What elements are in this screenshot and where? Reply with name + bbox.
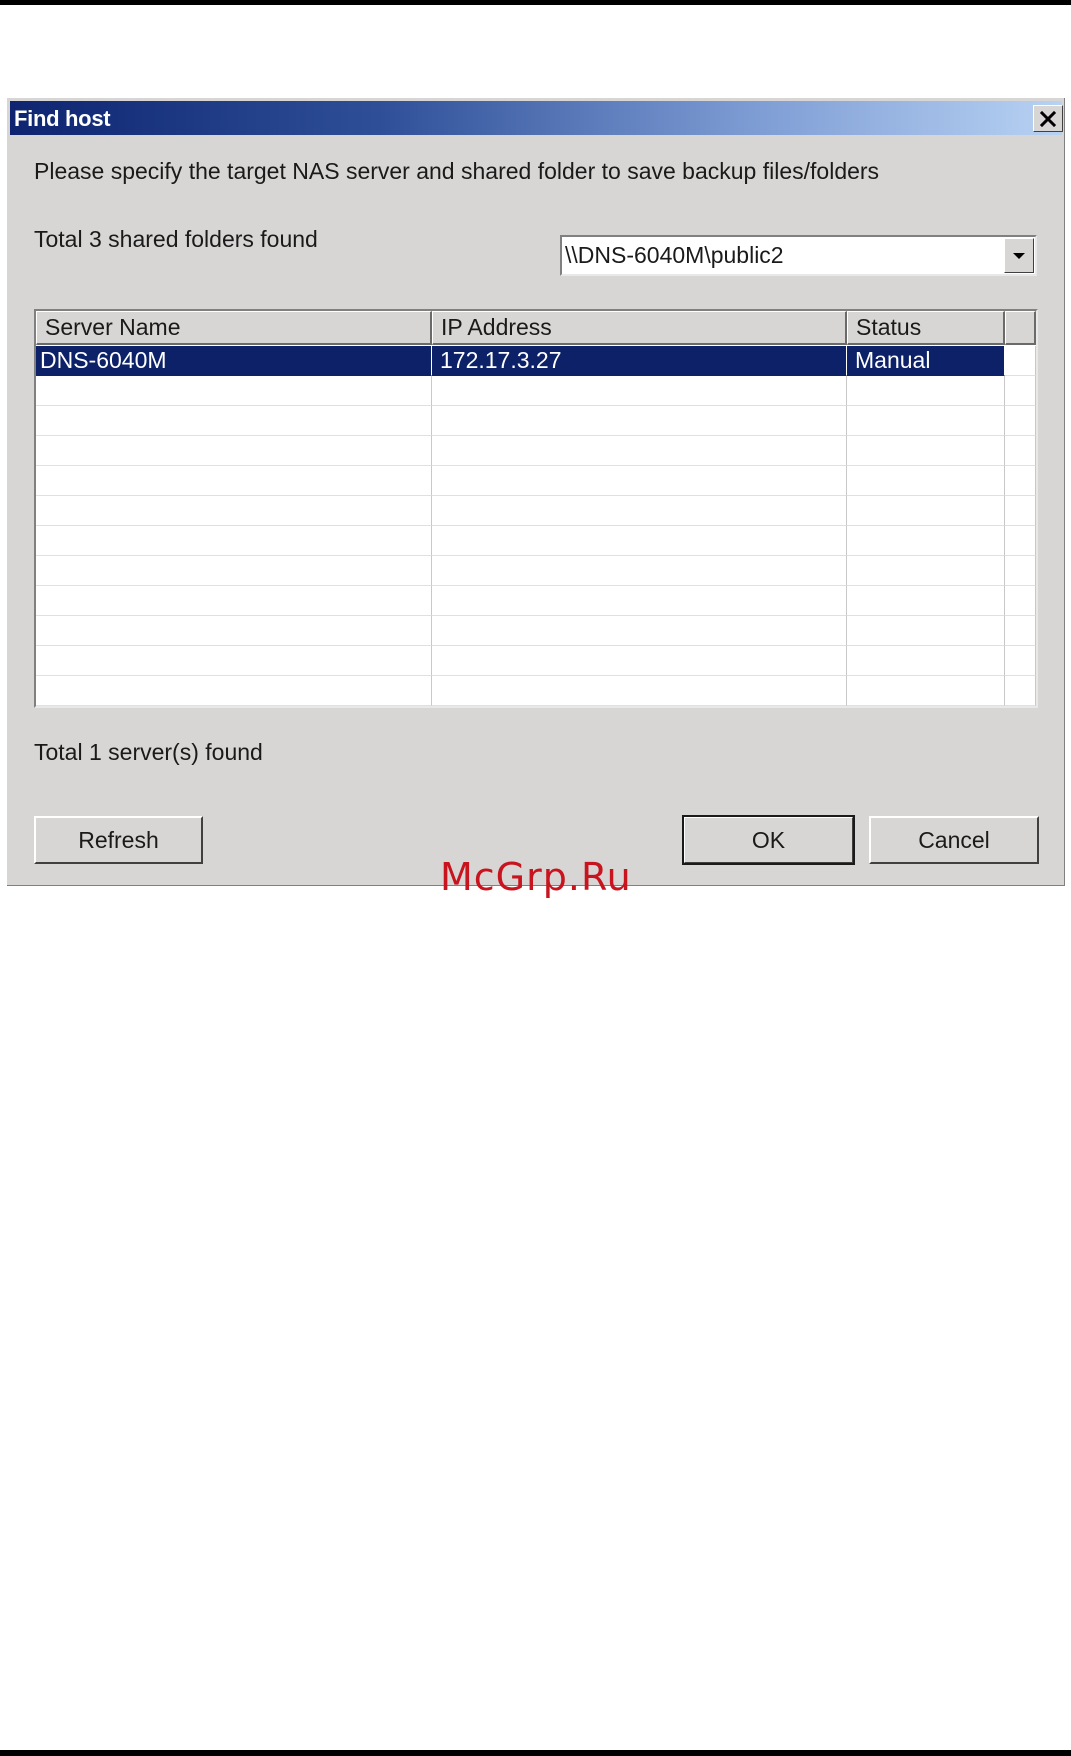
server-name-cell: DNS-6040M bbox=[36, 346, 432, 376]
server-list-rows: DNS-6040M 172.17.3.27 Manual bbox=[36, 346, 1036, 706]
cancel-button[interactable]: Cancel bbox=[869, 816, 1039, 864]
shared-folders-count: Total 3 shared folders found bbox=[34, 226, 318, 252]
servers-found-count: Total 1 server(s) found bbox=[34, 739, 263, 765]
title-bar[interactable]: Find host bbox=[10, 101, 1063, 135]
table-row[interactable]: DNS-6040M 172.17.3.27 Manual bbox=[36, 346, 1036, 376]
filler-cell bbox=[1005, 346, 1036, 376]
empty-row bbox=[36, 676, 1036, 706]
empty-row bbox=[36, 586, 1036, 616]
close-icon bbox=[1039, 110, 1057, 127]
empty-row bbox=[36, 496, 1036, 526]
empty-row bbox=[36, 406, 1036, 436]
empty-row bbox=[36, 376, 1036, 406]
server-list[interactable]: Server Name IP Address Status DNS-6040M … bbox=[34, 309, 1038, 708]
column-header-ip-address[interactable]: IP Address bbox=[432, 311, 847, 345]
empty-row bbox=[36, 646, 1036, 676]
column-header-server-name[interactable]: Server Name bbox=[36, 311, 432, 345]
empty-row bbox=[36, 616, 1036, 646]
shared-folder-select[interactable]: \\DNS-6040M\public2 bbox=[560, 235, 1037, 276]
close-button[interactable] bbox=[1033, 105, 1063, 132]
dialog-title: Find host bbox=[14, 106, 111, 131]
empty-row bbox=[36, 466, 1036, 496]
page-bottom-rule bbox=[0, 1750, 1071, 1756]
empty-row bbox=[36, 526, 1036, 556]
dropdown-button[interactable] bbox=[1004, 238, 1034, 273]
column-header-filler bbox=[1005, 311, 1036, 345]
empty-row bbox=[36, 556, 1036, 586]
status-cell: Manual bbox=[847, 346, 1005, 376]
server-list-header: Server Name IP Address Status bbox=[36, 311, 1036, 345]
chevron-down-icon bbox=[1013, 252, 1025, 259]
column-header-status[interactable]: Status bbox=[847, 311, 1005, 345]
refresh-button[interactable]: Refresh bbox=[34, 816, 203, 864]
ok-button[interactable]: OK bbox=[682, 815, 855, 865]
ip-address-cell: 172.17.3.27 bbox=[432, 346, 847, 376]
empty-row bbox=[36, 436, 1036, 466]
find-host-dialog: Find host Please specify the target NAS … bbox=[6, 97, 1066, 887]
instructions-text: Please specify the target NAS server and… bbox=[34, 158, 880, 184]
watermark: McGrp.Ru bbox=[440, 855, 632, 899]
shared-folder-value: \\DNS-6040M\public2 bbox=[565, 242, 784, 268]
page-top-rule bbox=[0, 0, 1071, 5]
